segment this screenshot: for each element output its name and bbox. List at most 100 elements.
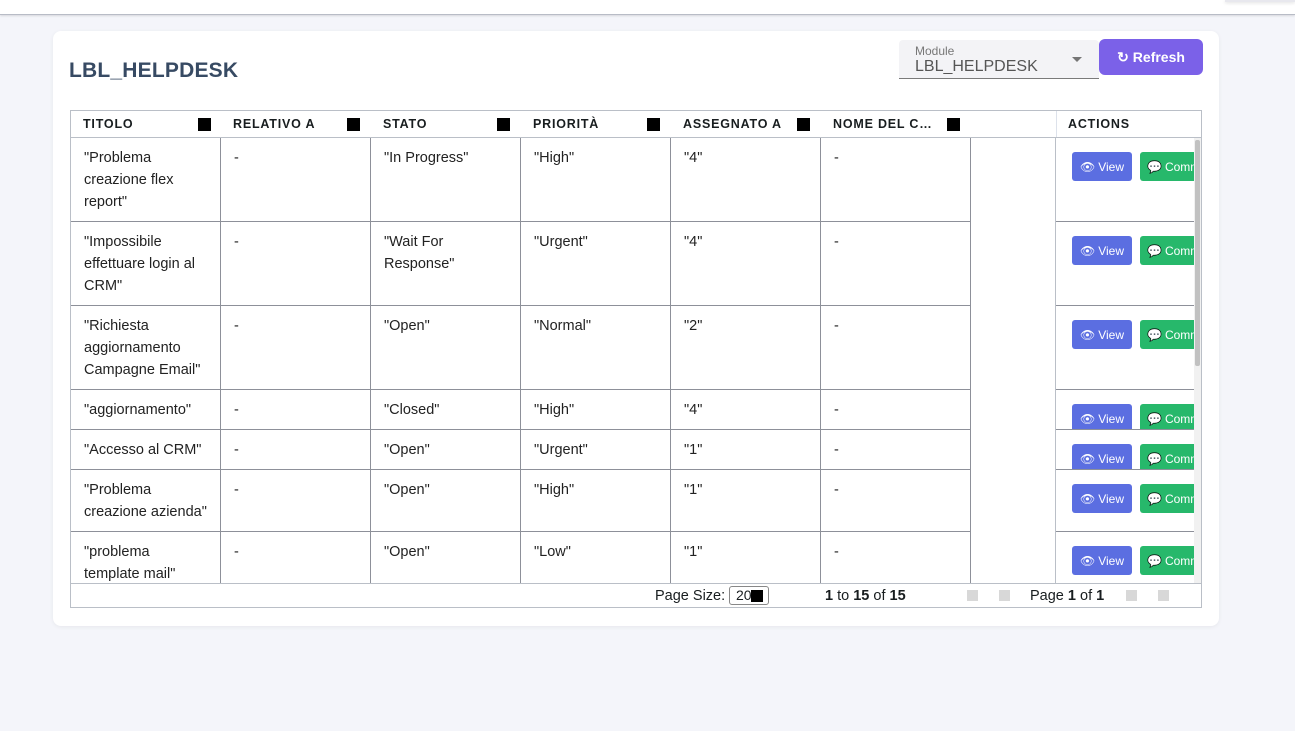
vertical-scrollbar[interactable] — [1194, 138, 1201, 583]
next-page-icon[interactable] — [1126, 590, 1137, 601]
table-row[interactable]: "aggiornamento" - "Closed" "High" "4" - — [71, 390, 971, 430]
to-word: to — [837, 588, 850, 604]
column-header-label: STATO — [383, 117, 428, 131]
eye-icon: 👁 — [1079, 243, 1096, 258]
page-size-label: Page Size: — [655, 588, 726, 604]
view-button-label: View — [1098, 553, 1125, 568]
cell-titolo: "Problema creazione azienda" — [71, 470, 221, 531]
table-row[interactable]: "Problema creazione flex report" - "In P… — [71, 138, 971, 222]
view-button[interactable]: 👁 View — [1072, 404, 1132, 429]
refresh-button[interactable]: ↻ Refresh — [1099, 39, 1203, 75]
refresh-icon: ↻ — [1117, 49, 1129, 65]
eye-icon: 👁 — [1079, 159, 1096, 174]
cell-titolo: "problema template mail" — [71, 532, 221, 583]
actions-clip: 👁View 💬Comm — [1056, 390, 1194, 429]
speech-bubble-icon: 💬 — [1147, 327, 1162, 342]
last-page-icon[interactable] — [1158, 590, 1169, 601]
comment-button-label: Comm — [1164, 451, 1194, 466]
actions-clip: 👁View 💬Comm — [1056, 138, 1194, 221]
first-page-icon[interactable] — [967, 590, 978, 601]
view-button[interactable]: 👁 View — [1072, 484, 1132, 513]
cell-priorita: "High" — [521, 470, 671, 531]
comment-button[interactable]: 💬Comm — [1140, 546, 1194, 575]
column-header-label: PRIORITÀ — [533, 117, 600, 131]
page-size-select[interactable]: 20 — [729, 586, 769, 605]
column-menu-icon[interactable] — [797, 118, 810, 131]
column-menu-icon[interactable] — [198, 118, 211, 131]
comment-button[interactable]: 💬Comm — [1140, 484, 1194, 513]
column-menu-icon[interactable] — [647, 118, 660, 131]
module-select[interactable]: Module LBL_HELPDESK — [899, 40, 1099, 79]
actions-row: 👁View 💬Comm — [1056, 532, 1196, 583]
table-row[interactable]: "problema template mail" - "Open" "Low" … — [71, 532, 971, 583]
refresh-button-label: Refresh — [1132, 49, 1185, 65]
speech-bubble-icon: 💬 — [1147, 243, 1162, 258]
of-word: of — [873, 588, 886, 604]
cell-stato: "Open" — [371, 430, 521, 469]
cell-nome: - — [821, 532, 971, 583]
row-total: 15 — [889, 588, 906, 604]
cell-assegnato: "1" — [671, 430, 821, 469]
current-page: 1 — [1067, 588, 1076, 604]
page-info: Page 1 of 1 — [1030, 588, 1104, 604]
cell-stato: "Closed" — [371, 390, 521, 429]
cell-stato: "Open" — [371, 470, 521, 531]
cell-titolo: "Accesso al CRM" — [71, 430, 221, 469]
comment-button[interactable]: 💬Comm — [1140, 236, 1194, 265]
cell-nome: - — [821, 430, 971, 469]
row-to: 15 — [853, 588, 870, 604]
cell-priorita: "High" — [521, 138, 671, 221]
cell-nome: - — [821, 390, 971, 429]
row-summary: 1 to 15 of 15 — [825, 588, 906, 604]
actions-row: 👁View 💬Comm — [1056, 138, 1196, 222]
cell-relativo: - — [221, 390, 371, 429]
dropdown-icon — [751, 590, 763, 602]
cell-priorita: "Low" — [521, 532, 671, 583]
view-button[interactable]: 👁 View — [1072, 236, 1132, 265]
comment-button-label: Comm — [1164, 491, 1194, 506]
total-pages: 1 — [1096, 588, 1105, 604]
cell-titolo: "Richiesta aggiornamento Campagne Email" — [71, 306, 221, 389]
comment-button[interactable]: 💬Comm — [1140, 404, 1194, 429]
page-title: LBL_HELPDESK — [69, 59, 239, 82]
view-button[interactable]: 👁 View — [1072, 444, 1132, 469]
cell-stato: "Open" — [371, 306, 521, 389]
comment-button[interactable]: 💬Comm — [1140, 320, 1194, 349]
actions-row: 👁View 💬Comm — [1056, 222, 1196, 306]
column-menu-icon[interactable] — [947, 118, 960, 131]
row-from: 1 — [825, 588, 834, 604]
speech-bubble-icon: 💬 — [1147, 451, 1162, 466]
module-select-caption: Module — [915, 44, 955, 58]
view-button-label: View — [1098, 411, 1125, 426]
actions-row: 👁View 💬Comm — [1056, 390, 1196, 430]
grid-rows: "Problema creazione flex report" - "In P… — [71, 138, 971, 583]
page-of-word: of — [1080, 588, 1093, 604]
view-button-label: View — [1098, 451, 1125, 466]
scrollbar-thumb[interactable] — [1195, 140, 1200, 366]
cell-relativo: - — [221, 222, 371, 305]
comment-button[interactable]: 💬Comm — [1140, 444, 1194, 469]
cell-assegnato: "1" — [671, 532, 821, 583]
comment-button[interactable]: 💬Comm — [1140, 152, 1194, 181]
cell-assegnato: "4" — [671, 222, 821, 305]
view-button[interactable]: 👁 View — [1072, 152, 1132, 181]
column-menu-icon[interactable] — [497, 118, 510, 131]
tickets-grid: TITOLO RELATIVO A STATO PRIORITÀ ASSEGNA… — [70, 110, 1202, 608]
column-menu-icon[interactable] — [347, 118, 360, 131]
comment-button-label: Comm — [1164, 159, 1194, 174]
view-button[interactable]: 👁 View — [1072, 546, 1132, 575]
table-row[interactable]: "Accesso al CRM" - "Open" "Urgent" "1" - — [71, 430, 971, 470]
column-header-label: RELATIVO A — [233, 117, 316, 131]
table-row[interactable]: "Impossibile effettuare login al CRM" - … — [71, 222, 971, 306]
view-button[interactable]: 👁 View — [1072, 320, 1132, 349]
cell-relativo: - — [221, 430, 371, 469]
comment-button-label: Comm — [1164, 243, 1194, 258]
table-row[interactable]: "Problema creazione azienda" - "Open" "H… — [71, 470, 971, 532]
pagination-bar: Page Size: 20 1 to 15 of 15 Page 1 of 1 — [71, 583, 1201, 607]
cell-priorita: "Urgent" — [521, 222, 671, 305]
cell-relativo: - — [221, 138, 371, 221]
cell-stato: "Wait For Response" — [371, 222, 521, 305]
table-row[interactable]: "Richiesta aggiornamento Campagne Email"… — [71, 306, 971, 390]
cell-nome: - — [821, 138, 971, 221]
previous-page-icon[interactable] — [999, 590, 1010, 601]
